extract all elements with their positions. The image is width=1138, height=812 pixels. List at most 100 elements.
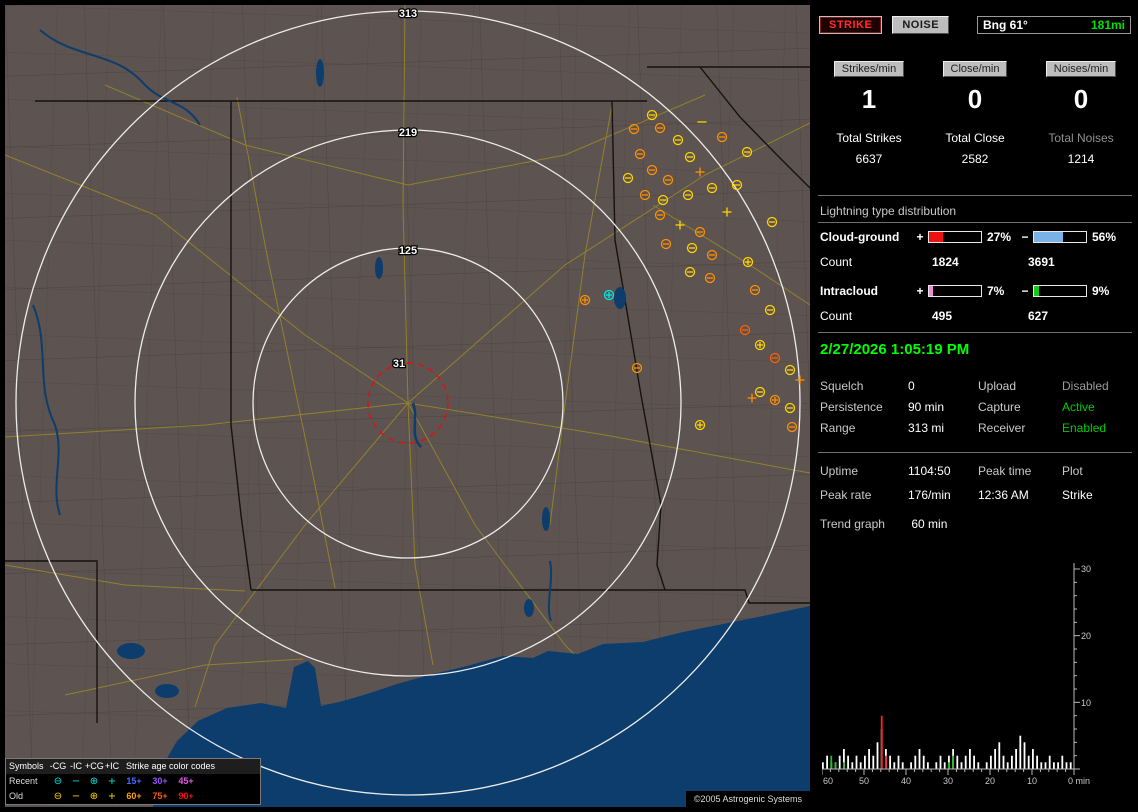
range-label: Range [820, 421, 856, 435]
noises-per-min-label: Noises/min [1045, 61, 1117, 77]
old-cg-plus-icon: ⊕ [89, 790, 99, 802]
trend-bars [822, 715, 1072, 769]
ring-label-313: 313 [399, 8, 417, 20]
ic-minus-bar [1033, 285, 1087, 297]
age-code-60: 60+ [126, 791, 142, 801]
total-noises-label: Total Noises [1048, 131, 1114, 145]
distance-value: 181mi [1090, 18, 1125, 32]
y-tick-10: 10 [1081, 698, 1091, 708]
ring-label-219: 219 [399, 127, 417, 139]
upload-status: Disabled [1062, 379, 1109, 393]
cg-plus-bar-fill [929, 232, 944, 242]
recent-cg-minus-icon: ⊖ [53, 775, 63, 787]
intracloud-count-row: Count 495 627 [820, 309, 1048, 323]
age-code-45: 45+ [178, 776, 194, 786]
legend-col-plus-cg: +CG [85, 761, 104, 771]
cg-minus-percent: 56% [1092, 230, 1117, 244]
divider [818, 452, 1132, 453]
legend-col-plus-ic: +IC [104, 761, 120, 771]
rates-section: Strikes/min 1 Close/min 0 Noises/min 0 [816, 61, 1134, 115]
strikes-per-min: Strikes/min 1 [816, 61, 922, 115]
strike-button[interactable]: STRIKE [819, 16, 883, 34]
ring-label-125: 125 [399, 245, 417, 257]
map-legend: Symbols -CG -IC +CG +IC Strike age color… [5, 758, 261, 805]
legend-symbols-header: Symbols [9, 761, 44, 771]
recent-ic-plus-icon: + [107, 775, 117, 787]
close-per-min-label: Close/min [942, 61, 1008, 77]
noises-per-min: Noises/min 0 [1028, 61, 1134, 115]
legend-header-row: Symbols -CG -IC +CG +IC Strike age color… [6, 759, 260, 774]
cg-plus-count: 1824 [932, 255, 959, 269]
total-noises-value: 1214 [1067, 152, 1095, 166]
top-button-row: STRIKE NOISE Bng 61° 181mi [819, 15, 1131, 35]
stats-grid: Uptime 1104:50 Peak time Plot Peak rate … [820, 464, 1132, 502]
x-tick-10: 10 [1027, 776, 1037, 786]
cloud-ground-row: Cloud-ground + 27% − 56% [820, 230, 1124, 244]
age-code-30: 30+ [152, 776, 168, 786]
cg-minus-bar [1033, 231, 1087, 243]
squelch-value: 0 [908, 379, 915, 393]
cg-minus-count: 3691 [1028, 255, 1055, 269]
legend-age-header: Strike age color codes [126, 761, 216, 771]
x-tick-20: 20 [985, 776, 995, 786]
totals-section: Total Strikes 6637 Total Close 2582 Tota… [816, 131, 1134, 166]
squelch-label: Squelch [820, 379, 864, 393]
total-close-value: 2582 [961, 152, 989, 166]
total-noises: Total Noises 1214 [1028, 131, 1134, 166]
peak-rate-label: Peak rate [820, 488, 872, 502]
status-panel: STRIKE NOISE Bng 61° 181mi Strikes/min 1… [816, 5, 1134, 807]
x-tick-50: 50 [859, 776, 869, 786]
trend-graph: 30 20 10 60 50 40 30 20 10 0 min [821, 539, 1124, 794]
range-value: 313 mi [908, 421, 945, 435]
cg-minus-bar-fill [1034, 232, 1064, 242]
trend-axes [821, 563, 1080, 775]
count-label: Count [820, 255, 853, 269]
age-code-90: 90+ [178, 791, 194, 801]
trend-graph-row: Trend graph 60 min [820, 517, 947, 531]
strikes-per-min-label: Strikes/min [833, 61, 905, 77]
y-tick-20: 20 [1081, 631, 1091, 641]
datetime-display: 2/27/2026 1:05:19 PM [820, 341, 970, 358]
old-cg-minus-icon: ⊖ [53, 790, 63, 802]
noise-button[interactable]: NOISE [892, 16, 950, 34]
old-ic-plus-icon: + [107, 790, 117, 802]
recent-ic-minus-icon: − [71, 775, 81, 787]
persistence-label: Persistence [820, 400, 883, 414]
legend-recent-row: Recent ⊖ − ⊕ + 15+ 30+ 45+ [6, 774, 260, 789]
intracloud-row: Intracloud + 7% − 9% [820, 284, 1124, 298]
plus-sign: + [916, 284, 924, 298]
map-canvas: 313 219 125 31 [5, 5, 810, 807]
minus-sign: − [1021, 230, 1029, 244]
persistence-value: 90 min [908, 400, 945, 414]
distribution-title: Lightning type distribution [820, 204, 957, 218]
ic-minus-bar-fill [1034, 286, 1039, 296]
bearing-distance-display: Bng 61° 181mi [977, 16, 1131, 34]
cloud-ground-label: Cloud-ground [820, 230, 900, 244]
lightning-map[interactable]: 313 219 125 31 Symbols -CG -IC +CG +IC S… [5, 5, 810, 807]
peak-rate-value: 176/min [908, 488, 951, 502]
trend-graph-label: Trend graph [820, 517, 885, 531]
total-close-label: Total Close [945, 131, 1005, 145]
divider [818, 332, 1132, 333]
total-strikes: Total Strikes 6637 [816, 131, 922, 166]
trend-graph-value: 60 min [911, 517, 948, 531]
cloud-ground-count-row: Count 1824 3691 [820, 255, 1055, 269]
ic-plus-count: 495 [932, 309, 953, 323]
settings-grid: Squelch 0 Upload Disabled Persistence 90… [820, 379, 1132, 435]
legend-col-minus-cg: -CG [49, 761, 67, 771]
legend-col-minus-ic: -IC [70, 761, 82, 771]
ic-plus-percent: 7% [987, 284, 1005, 298]
cg-plus-percent: 27% [987, 230, 1012, 244]
receiver-label: Receiver [978, 421, 1026, 435]
minus-sign: − [1021, 284, 1029, 298]
old-ic-minus-icon: − [71, 790, 81, 802]
receiver-status: Enabled [1062, 421, 1107, 435]
age-code-15: 15+ [126, 776, 142, 786]
x-tick-60: 60 [823, 776, 833, 786]
legend-old-row: Old ⊖ − ⊕ + 60+ 75+ 90+ [6, 789, 260, 804]
y-tick-30: 30 [1081, 564, 1091, 574]
capture-label: Capture [978, 400, 1021, 414]
plot-label: Plot [1062, 464, 1083, 478]
intracloud-label: Intracloud [820, 284, 879, 298]
trend-tick-labels: 30 20 10 60 50 40 30 20 10 0 min [823, 564, 1091, 786]
